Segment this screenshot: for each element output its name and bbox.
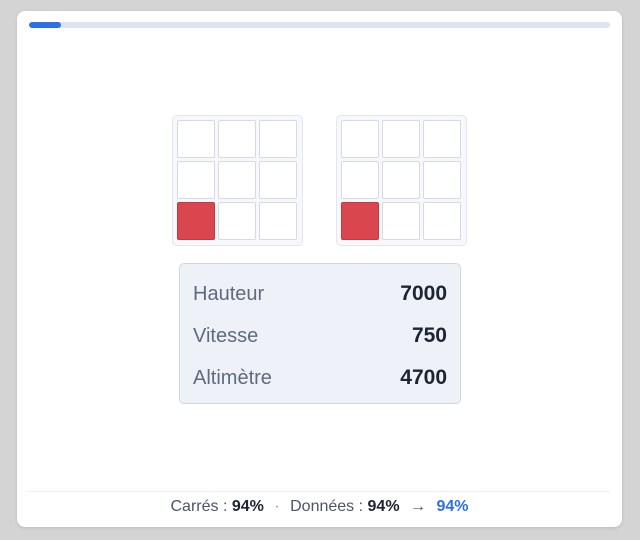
score-footer: Carrés : 94% · Données : 94% → 94% (17, 498, 622, 516)
altimeter-value: 4700 (400, 366, 447, 389)
data-panel: Hauteur 7000 Vitesse 750 Altimètre 4700 (179, 263, 461, 404)
grid-cell[interactable] (341, 120, 379, 158)
height-label: Hauteur (193, 282, 265, 305)
square-grid-left (172, 115, 303, 246)
grid-cell[interactable] (218, 202, 256, 240)
grid-cell[interactable] (423, 120, 461, 158)
grid-cell[interactable] (177, 161, 215, 199)
speed-value: 750 (411, 324, 447, 347)
footer-divider (29, 491, 610, 492)
grid-cell[interactable] (218, 120, 256, 158)
progress-bar-fill (29, 22, 61, 28)
data-row-altimeter: Altimètre 4700 (193, 357, 447, 399)
height-value: 7000 (400, 282, 447, 305)
progress-bar (29, 22, 610, 28)
grid-cell[interactable] (259, 202, 297, 240)
square-grid-right (336, 115, 467, 246)
grid-cell[interactable] (382, 161, 420, 199)
data-score-value: 94% (367, 498, 400, 515)
grid-cell[interactable] (218, 161, 256, 199)
grid-cell[interactable] (382, 202, 420, 240)
grid-cell[interactable] (382, 120, 420, 158)
squares-score-label: Carrés : (170, 498, 228, 515)
data-row-height: Hauteur 7000 (193, 273, 447, 315)
squares-score-value: 94% (231, 498, 264, 515)
grid-cell[interactable] (177, 120, 215, 158)
grid-cell[interactable] (259, 161, 297, 199)
speed-label: Vitesse (193, 324, 259, 347)
data-score-label: Données : (290, 498, 364, 515)
data-row-speed: Vitesse 750 (193, 315, 447, 357)
grid-cell[interactable] (423, 202, 461, 240)
grid-cell[interactable] (423, 161, 461, 199)
altimeter-label: Altimètre (193, 366, 272, 389)
separator-dot: · (274, 498, 280, 515)
arrow-right-icon: → (410, 498, 426, 515)
grid-cell[interactable] (341, 161, 379, 199)
task-card: Hauteur 7000 Vitesse 750 Altimètre 4700 … (17, 11, 622, 527)
grid-cell-active[interactable] (341, 202, 379, 240)
overall-score-value: 94% (436, 498, 469, 515)
grid-cell[interactable] (259, 120, 297, 158)
grid-cell-active[interactable] (177, 202, 215, 240)
